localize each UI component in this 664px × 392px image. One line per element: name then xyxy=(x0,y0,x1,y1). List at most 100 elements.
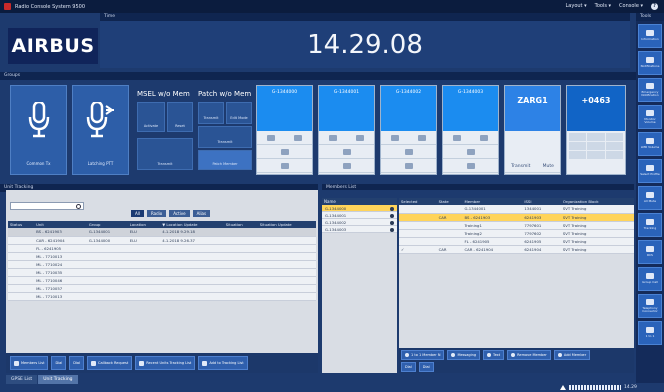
tool-rcs-button[interactable]: RCS xyxy=(638,240,662,264)
member-row[interactable]: CAR BS - 6241903 6241903 SVT Training xyxy=(399,213,634,222)
speaker-icon[interactable] xyxy=(328,134,337,141)
msel-transmit-button[interactable]: Transmit xyxy=(137,138,193,170)
volume-icon[interactable] xyxy=(356,134,365,141)
remove-icon[interactable] xyxy=(390,213,394,218)
col-status[interactable]: Status xyxy=(8,221,35,228)
group-list-item[interactable]: G-1344003 xyxy=(322,226,397,233)
table-row[interactable]: CAR - 6241904 G-1344000 ELU 4.1.2018 9.26.3… xyxy=(8,236,316,245)
group-list-item[interactable]: G-1344000 xyxy=(322,205,397,212)
microphone-icon[interactable] xyxy=(342,148,351,155)
member-dial-button-2[interactable]: Dial xyxy=(418,362,434,372)
tool-monitor-volume-button[interactable]: Monitor Volume xyxy=(638,105,662,129)
star-icon[interactable] xyxy=(404,162,413,169)
table-row[interactable]: ML - 7710057 xyxy=(8,284,316,293)
member-row[interactable]: G-1344001 1344001 SVT Training xyxy=(399,205,634,214)
common-tx-button[interactable]: Common Tx xyxy=(10,85,67,175)
msel-activate-button[interactable]: Activate xyxy=(137,102,165,132)
patch-edit-mode-button[interactable]: Edit Mode xyxy=(226,102,252,124)
table-row[interactable]: ML - 7710046 xyxy=(8,276,316,285)
table-row[interactable]: ML - 7710013 xyxy=(8,252,316,261)
remove-icon[interactable] xyxy=(390,227,394,232)
zarg-mute[interactable]: Mute xyxy=(543,164,554,169)
col-member[interactable]: Member xyxy=(462,198,523,205)
col-situation-update[interactable]: Situation Update xyxy=(257,221,316,228)
star-icon[interactable] xyxy=(342,162,351,169)
table-row[interactable]: ML - 7710024 xyxy=(8,260,316,269)
microphone-icon[interactable] xyxy=(404,148,413,155)
member-dial-button[interactable]: Dial xyxy=(401,362,416,372)
filter-alias[interactable]: Alias xyxy=(192,210,211,217)
member-row[interactable]: FL - 6241905 6241905 SVT Training xyxy=(399,237,634,246)
tool-all-mute-button[interactable]: All Mute xyxy=(638,186,662,210)
add-member-button[interactable]: Add Member xyxy=(553,350,591,360)
msel-reset-button[interactable]: Reset xyxy=(167,102,193,132)
group-tile[interactable]: G-1344000 xyxy=(256,85,313,175)
zarg-transmit[interactable]: Transmit xyxy=(511,164,530,169)
table-row[interactable]: FL - 6241905 xyxy=(8,244,316,253)
dial-button[interactable]: Dial xyxy=(51,356,67,370)
tool-tracking-button[interactable]: Tracking xyxy=(638,213,662,237)
star-icon[interactable] xyxy=(280,162,289,169)
remove-member-button[interactable]: Remove Member xyxy=(507,350,551,360)
group-tile[interactable]: G-1344002 xyxy=(380,85,437,175)
tool-notifications-button[interactable]: Notifications xyxy=(638,51,662,75)
group-tile[interactable]: G-1344003 xyxy=(442,85,499,175)
dial-keypad[interactable] xyxy=(567,131,625,161)
tool-information-button[interactable]: Information xyxy=(638,24,662,48)
members-list-button[interactable]: Members List xyxy=(10,356,49,370)
messaging-button[interactable]: Messaging xyxy=(447,350,481,360)
recent-units-button[interactable]: Recent Units Tracking List xyxy=(135,356,196,370)
filter-radio[interactable]: Radio xyxy=(146,210,167,217)
group-tile-0463[interactable]: +0463 xyxy=(566,85,626,175)
star-icon[interactable] xyxy=(466,162,475,169)
remove-icon[interactable] xyxy=(390,206,394,211)
volume-icon[interactable] xyxy=(418,134,427,141)
col-situation[interactable]: Situation xyxy=(223,221,258,228)
speaker-icon[interactable] xyxy=(390,134,399,141)
volume-icon[interactable] xyxy=(480,134,489,141)
patch-transmit-button[interactable]: Transmit xyxy=(198,126,252,148)
table-row[interactable]: ML - 7710013 xyxy=(8,292,316,301)
member-row[interactable]: ✓ CAR CAR - 6241904 6241904 SVT Training xyxy=(399,245,634,254)
remove-icon[interactable] xyxy=(390,220,394,225)
group-tile[interactable]: G-1344001 xyxy=(318,85,375,175)
col-group[interactable]: Group xyxy=(86,221,128,228)
col-unit[interactable]: Unit xyxy=(34,221,87,228)
tab-unit-tracking[interactable]: Unit Tracking xyxy=(38,375,78,384)
latching-ptt-button[interactable]: Latching PTT xyxy=(72,85,129,175)
one-to-one-button[interactable]: 1 to 1 Member N xyxy=(401,350,445,360)
tool-lmr-volume-button[interactable]: LMR Volume xyxy=(638,132,662,156)
tool-select-profile-button[interactable]: Select Profile xyxy=(638,159,662,183)
volume-icon[interactable] xyxy=(294,134,303,141)
member-row[interactable]: Training1 7797601 SVT Training xyxy=(399,221,634,230)
col-org-block[interactable]: Organization Block xyxy=(560,198,634,205)
unit-search-input[interactable] xyxy=(10,202,84,210)
speaker-icon[interactable] xyxy=(452,134,461,141)
dial-button-2[interactable]: Dial xyxy=(69,356,85,370)
table-row[interactable]: ML - 7710035 xyxy=(8,268,316,277)
menu-layout[interactable]: Layout ▾ xyxy=(566,3,587,10)
group-tile-zarg1[interactable]: ZARG1 Transmit Mute xyxy=(504,85,561,175)
col-state[interactable]: State xyxy=(436,198,463,205)
microphone-icon[interactable] xyxy=(466,148,475,155)
group-list-item[interactable]: G-1344002 xyxy=(322,219,397,226)
speaker-icon[interactable] xyxy=(266,134,275,141)
col-issi[interactable]: ISSI xyxy=(522,198,561,205)
tool-telephony-button[interactable]: Telephony Connector xyxy=(638,294,662,318)
tab-gpse-list[interactable]: GPSE List xyxy=(6,375,38,384)
microphone-icon[interactable] xyxy=(280,148,289,155)
callback-request-button[interactable]: Callback Request xyxy=(87,356,133,370)
table-row[interactable]: BS - 6241903 G-1344001 ELU 4.1.2018 9.29.18 xyxy=(8,228,316,237)
filter-all[interactable]: All xyxy=(131,210,144,217)
filter-active[interactable]: Active xyxy=(169,210,190,217)
patch-ptt-button[interactable]: Transmit xyxy=(198,102,224,124)
patch-member-button[interactable]: Patch Member xyxy=(198,150,252,170)
menu-console[interactable]: Console ▾ xyxy=(619,3,643,10)
group-list-item[interactable]: G-1344001 xyxy=(322,212,397,219)
member-row[interactable]: Training2 7797602 SVT Training xyxy=(399,229,634,238)
menu-tools[interactable]: Tools ▾ xyxy=(595,3,611,10)
text-button[interactable]: Text xyxy=(483,350,505,360)
col-location-update[interactable]: ▼ Location Update xyxy=(160,221,224,228)
help-icon[interactable]: ? xyxy=(651,3,658,10)
tool-emergency-button[interactable]: Emergency Notification xyxy=(638,78,662,102)
